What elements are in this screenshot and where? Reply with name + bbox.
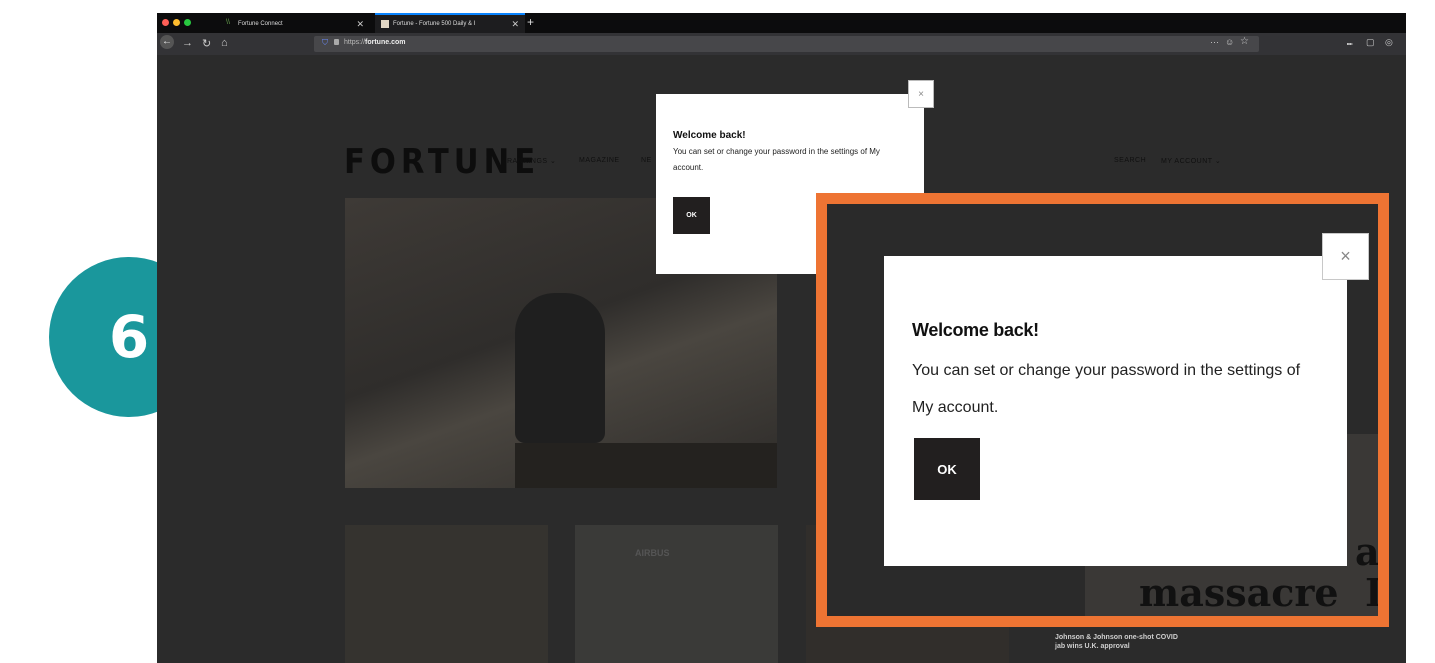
nav-my-account[interactable]: MY ACCOUNT ⌄ <box>1161 157 1221 165</box>
account-icon[interactable]: ◎ <box>1385 37 1393 48</box>
fortune-favicon <box>381 20 389 28</box>
shield-icon[interactable]: ⛉ <box>322 38 328 48</box>
back-icon[interactable]: ← <box>160 35 174 49</box>
address-bar[interactable]: ⛉ https://fortune.com ··· ☺ ☆ <box>314 36 1259 52</box>
welcome-dialog-zoomed: × Welcome back! You can set or change yo… <box>884 233 1369 566</box>
new-tab-button[interactable]: + <box>527 15 534 29</box>
star-icon[interactable]: ☆ <box>1240 36 1249 47</box>
news-item[interactable]: Johnson & Johnson one-shot COVID jab win… <box>1055 633 1178 651</box>
headline-fragment-a: a <box>1355 529 1380 574</box>
sidebar-icon[interactable]: ▢ <box>1366 37 1375 48</box>
ok-button-zoomed[interactable]: OK <box>914 438 980 500</box>
news-line: jab wins U.K. approval <box>1055 643 1130 650</box>
forward-icon[interactable]: → <box>182 37 193 49</box>
airbus-sign: AIRBUS <box>635 548 670 558</box>
tab-fortune-connect[interactable]: \\ Fortune Connect ✕ <box>220 15 370 33</box>
hero-counter <box>515 443 777 488</box>
url-scheme: https:// <box>344 39 366 46</box>
pocket-icon[interactable]: ☺ <box>1225 37 1234 47</box>
step-number: 6 <box>108 303 150 371</box>
tab-fortune-500[interactable]: Fortune - Fortune 500 Daily & I ✕ <box>375 13 525 33</box>
headline-fragment-massacre: massacre <box>1139 570 1339 615</box>
nav-bar: ← → ↻ ⌂ ⛉ https://fortune.com ··· ☺ ☆ ⑉ … <box>157 33 1406 55</box>
reload-icon[interactable]: ↻ <box>202 37 211 50</box>
url-text: https://fortune.com <box>344 39 405 46</box>
zoom-callout: a massacre I × Welcome back! You can set… <box>816 193 1389 627</box>
close-window-dot[interactable] <box>162 19 169 26</box>
minimize-window-dot[interactable] <box>173 19 180 26</box>
tab-title: Fortune - Fortune 500 Daily & I <box>393 21 476 27</box>
nav-rankings[interactable]: RANKINGS ⌄ <box>507 157 556 165</box>
fortune-connect-favicon: \\ <box>226 19 230 26</box>
nav-search[interactable]: SEARCH <box>1114 157 1146 164</box>
news-line: Johnson & Johnson one-shot COVID <box>1055 634 1178 641</box>
url-host: fortune.com <box>365 39 406 46</box>
maximize-window-dot[interactable] <box>184 19 191 26</box>
lock-icon <box>334 39 339 45</box>
dialog-message-zoomed: You can set or change your password in t… <box>912 362 1301 416</box>
dialog-message: You can set or change your password in t… <box>673 147 880 172</box>
tab-title: Fortune Connect <box>238 21 283 27</box>
home-icon[interactable]: ⌂ <box>221 37 228 49</box>
nav-ne[interactable]: NE <box>641 157 652 164</box>
dialog-title-zoomed: Welcome back! <box>912 320 1039 340</box>
dialog-title: Welcome back! <box>673 130 746 141</box>
close-tab-icon[interactable]: ✕ <box>511 19 519 30</box>
close-dialog-button[interactable]: × <box>908 80 934 108</box>
nav-magazine[interactable]: MAGAZINE <box>579 157 620 164</box>
close-tab-icon[interactable]: ✕ <box>356 19 364 30</box>
more-icon[interactable]: ··· <box>1210 37 1219 47</box>
headline-fragment-l: I <box>1365 570 1383 615</box>
hero-person <box>515 293 605 443</box>
thumb-1[interactable] <box>345 525 548 663</box>
close-dialog-button-zoomed[interactable]: × <box>1322 233 1369 280</box>
thumb-2[interactable]: AIRBUS <box>575 525 778 663</box>
ok-button[interactable]: OK <box>673 197 710 234</box>
tab-bar: \\ Fortune Connect ✕ Fortune - Fortune 5… <box>157 13 1406 33</box>
library-icon[interactable]: ⑉ <box>1347 37 1352 47</box>
